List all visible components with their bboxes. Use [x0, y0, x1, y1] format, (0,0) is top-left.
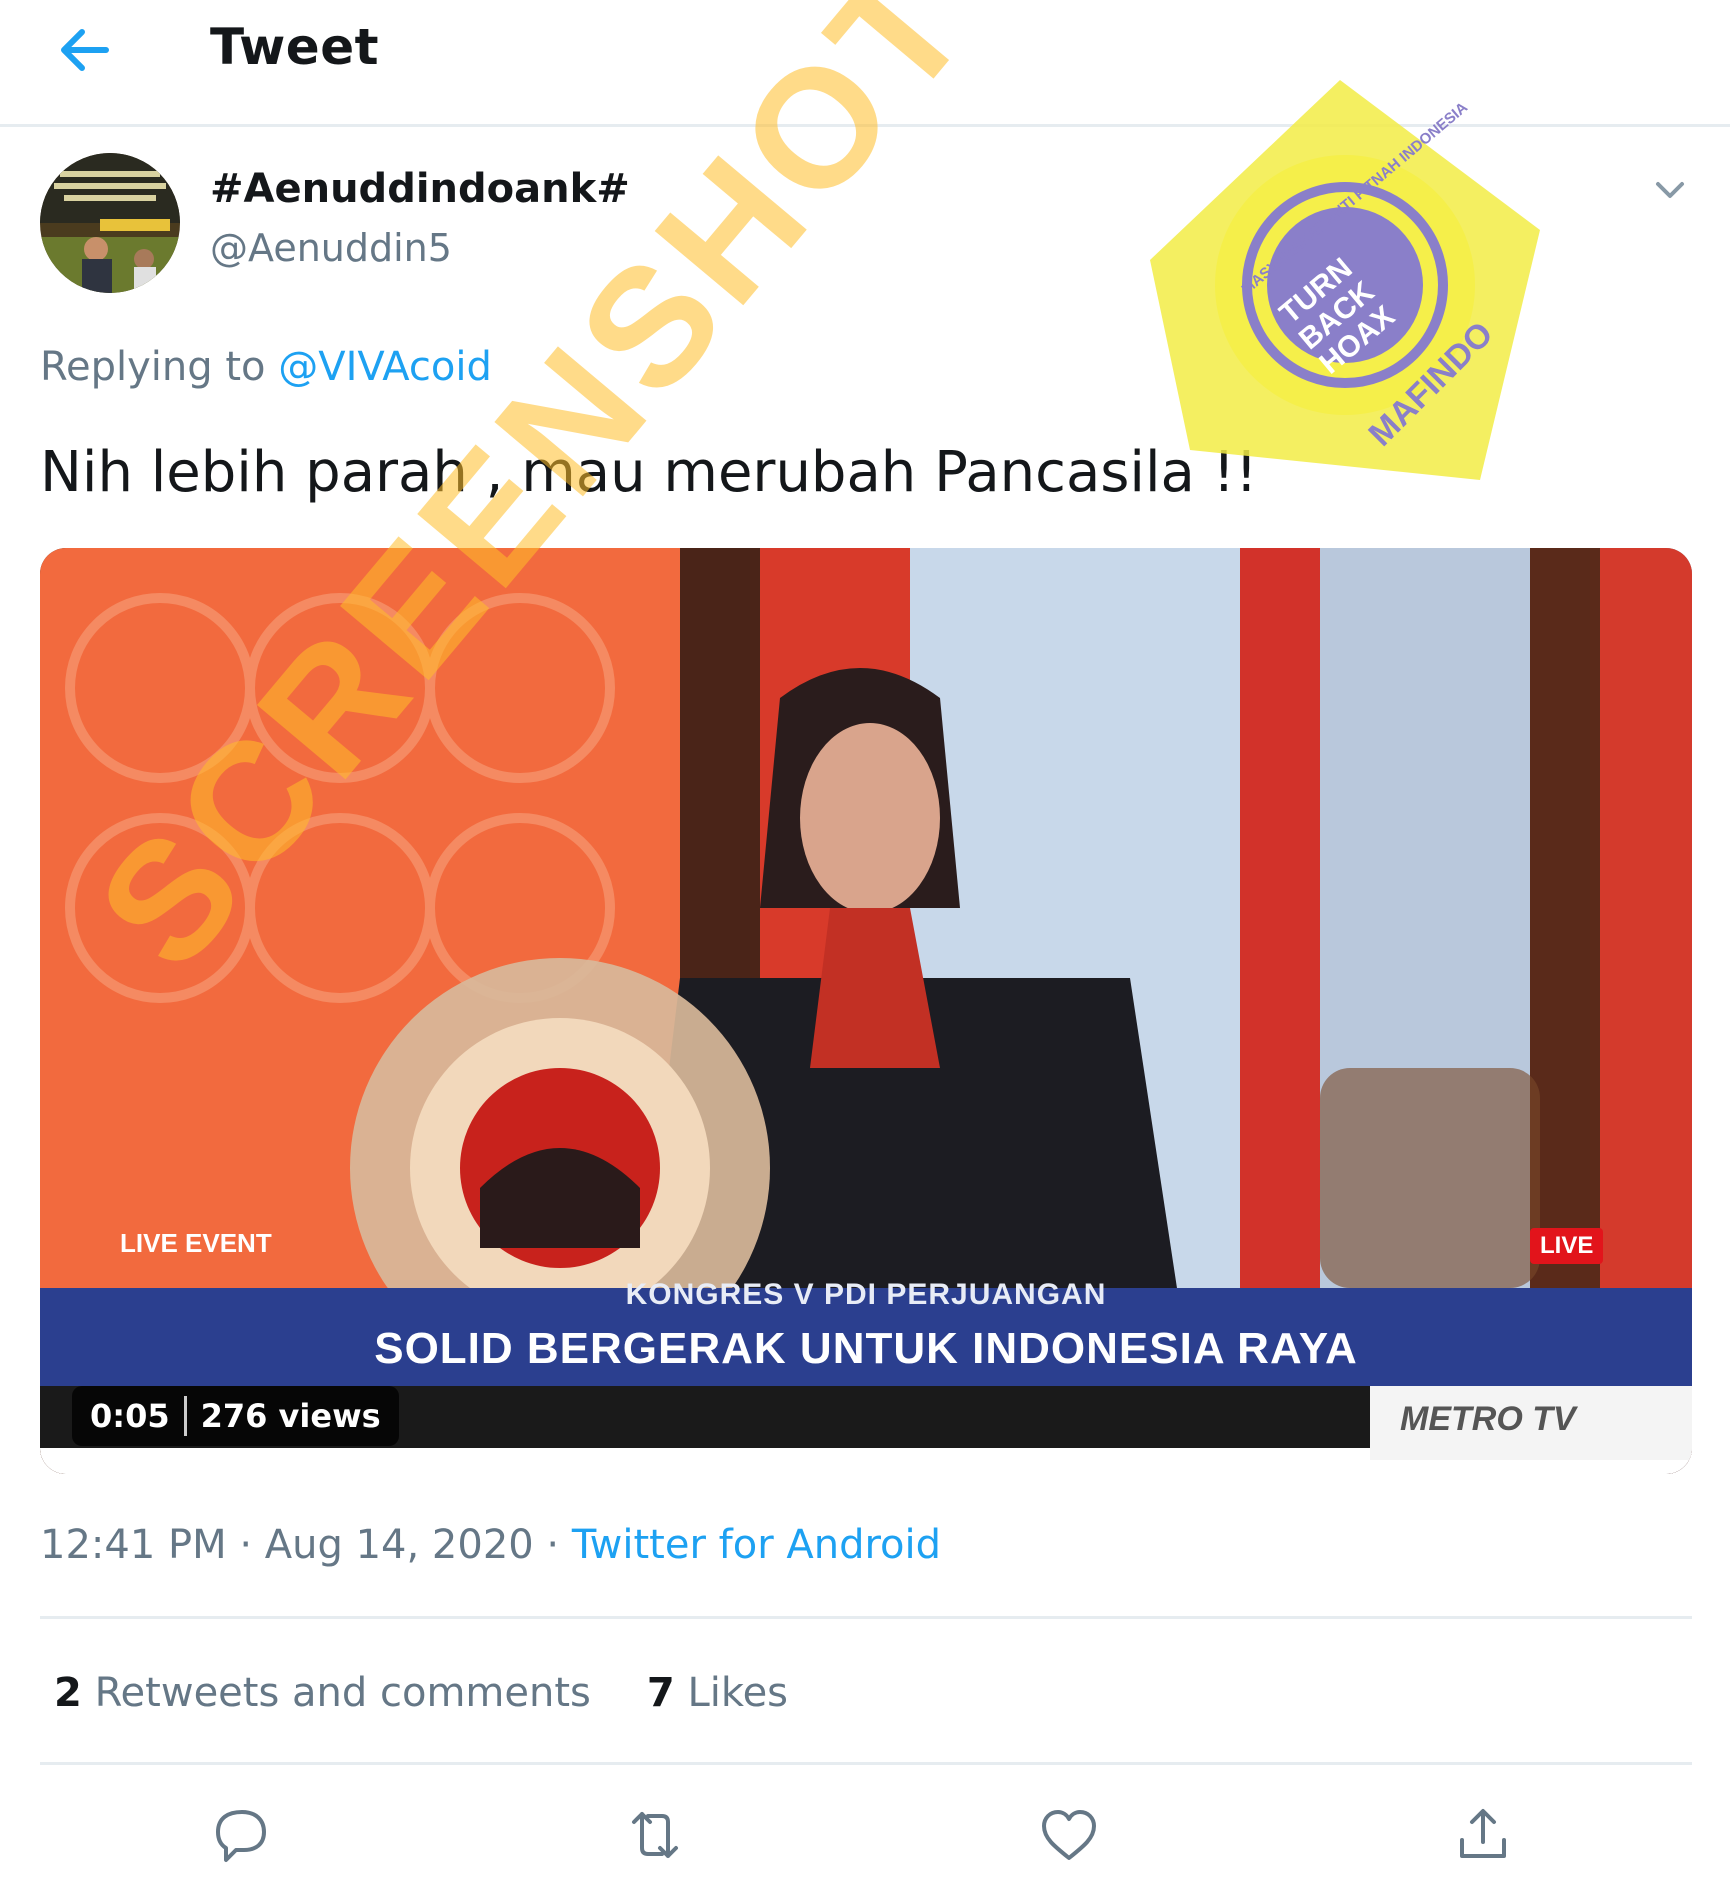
tweet-timestamp: 12:41 PM · Aug 14, 2020 · Twitter for An… — [40, 1522, 941, 1568]
video-views: 276 views — [200, 1397, 381, 1435]
video-player[interactable]: LIVE EVENT LIVE KONGRES V PDI PERJUANGAN… — [40, 548, 1692, 1474]
engagement-stats: 2 Retweets and comments 7 Likes — [54, 1670, 788, 1716]
avatar[interactable] — [40, 153, 180, 293]
likes-count: 7 — [646, 1670, 675, 1716]
timestamp-text[interactable]: 12:41 PM · Aug 14, 2020 · — [40, 1522, 559, 1568]
replying-to: Replying to @VIVAcoid — [40, 344, 492, 390]
retweets-stat[interactable]: 2 Retweets and comments — [54, 1670, 591, 1716]
reply-icon[interactable] — [206, 1800, 276, 1870]
like-icon[interactable] — [1034, 1800, 1104, 1870]
avatar-image — [40, 153, 180, 293]
video-duration: 0:05 — [90, 1397, 170, 1435]
page-title: Tweet — [210, 18, 380, 76]
ticker-headline: SOLID BERGERAK UNTUK INDONESIA RAYA — [374, 1324, 1358, 1373]
replying-to-link[interactable]: @VIVAcoid — [278, 344, 492, 390]
live-event-label: LIVE EVENT — [120, 1228, 272, 1258]
chevron-down-icon[interactable] — [1650, 170, 1690, 210]
replying-to-label: Replying to — [40, 344, 266, 390]
author-display-name[interactable]: #Aenuddindoank# — [210, 166, 630, 212]
retweets-label: Retweets and comments — [94, 1670, 591, 1716]
stats-top-divider — [40, 1616, 1692, 1619]
channel-logo: METRO TV — [1400, 1400, 1576, 1438]
retweets-count: 2 — [54, 1670, 82, 1716]
likes-stat[interactable]: 7 Likes — [647, 1670, 788, 1716]
ticker-title: KONGRES V PDI PERJUANGAN — [625, 1278, 1107, 1311]
tweet-source-link[interactable]: Twitter for Android — [572, 1522, 941, 1568]
video-duration-views[interactable]: 0:05 276 views — [72, 1386, 399, 1446]
live-badge: LIVE — [1530, 1228, 1604, 1264]
author-handle[interactable]: @Aenuddin5 — [210, 226, 452, 270]
pill-separator — [183, 1396, 187, 1436]
arrow-left-icon[interactable] — [54, 22, 114, 78]
likes-label: Likes — [687, 1670, 789, 1716]
retweet-icon[interactable] — [620, 1800, 690, 1870]
stats-bottom-divider — [40, 1762, 1692, 1765]
tweet-text: Nih lebih parah , mau merubah Pancasila … — [40, 440, 1258, 505]
share-icon[interactable] — [1448, 1800, 1518, 1870]
